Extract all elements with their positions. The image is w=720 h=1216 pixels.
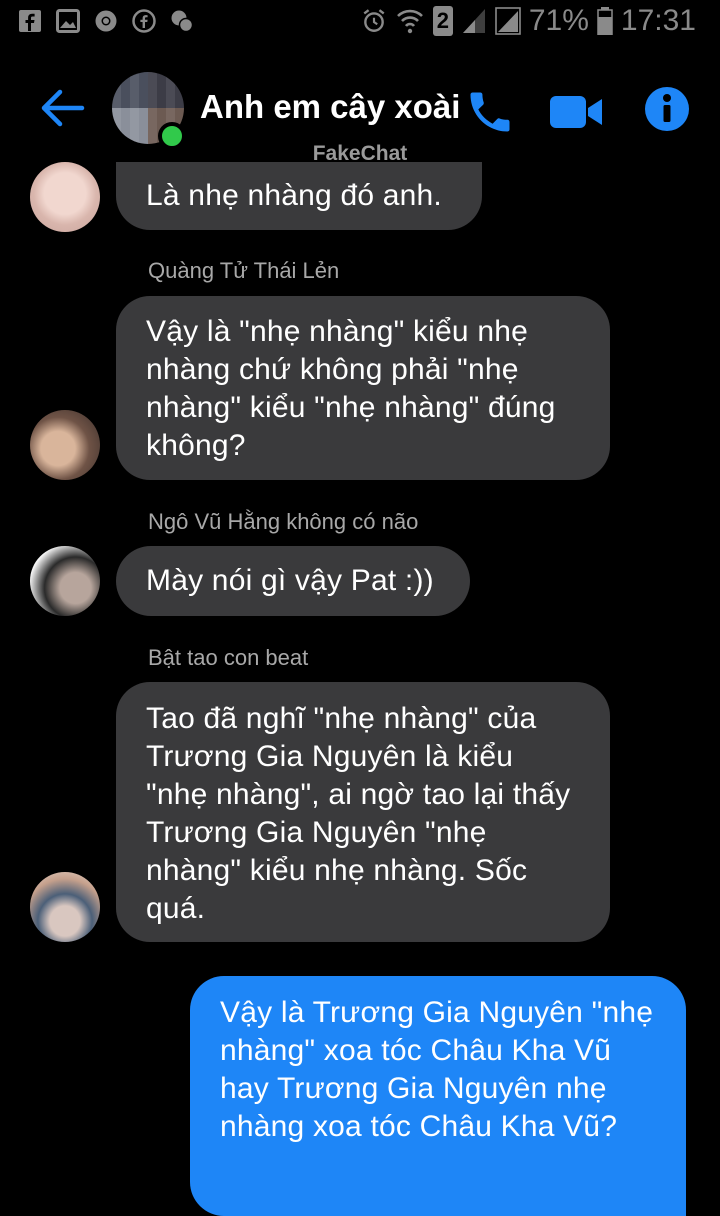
avatar[interactable] xyxy=(30,162,100,232)
message-bubble[interactable]: Là nhẹ nhàng đó anh. xyxy=(116,162,482,230)
sim-badge: 2 xyxy=(432,6,453,36)
outgoing-message-bubble[interactable]: Vậy là Trương Gia Nguyên "nhẹ nhàng" xoa… xyxy=(190,976,686,1216)
message-bubble[interactable]: Mày nói gì vậy Pat :)) xyxy=(116,546,470,616)
sender-name: Quàng Tử Thái Lẻn xyxy=(148,258,340,283)
back-arrow-icon[interactable] xyxy=(38,88,86,128)
clock: 17:31 xyxy=(620,4,696,37)
status-bar: 2 71% 17:31 xyxy=(0,0,720,46)
notification-icons xyxy=(18,9,194,33)
video-camera-icon[interactable] xyxy=(548,92,604,132)
facebook-circle-icon xyxy=(132,9,156,33)
signal-icon-2 xyxy=(495,7,521,35)
avatar[interactable] xyxy=(30,546,100,616)
wifi-icon xyxy=(396,9,423,34)
messenger-bubbles-icon xyxy=(171,10,194,33)
phone-icon[interactable] xyxy=(464,86,516,138)
chat-title[interactable]: Anh em cây xoài xyxy=(200,88,460,126)
sender-name: Bật tao con beat xyxy=(148,645,309,670)
gallery-icon xyxy=(56,9,80,33)
battery-percent: 71% xyxy=(528,4,589,37)
info-icon[interactable] xyxy=(644,86,690,132)
system-indicators: 2 71% 17:31 xyxy=(361,4,696,38)
signal-icon xyxy=(462,9,485,33)
facebook-icon xyxy=(19,10,41,32)
alarm-icon xyxy=(363,9,385,32)
message-bubble[interactable]: Vậy là "nhẹ nhàng" kiểu nhẹ nhàng chứ kh… xyxy=(116,296,610,480)
avatar[interactable] xyxy=(30,872,100,942)
message-bubble[interactable]: Tao đã nghĩ "nhẹ nhàng" của Trương Gia N… xyxy=(116,682,610,942)
battery-icon xyxy=(597,7,613,35)
chrome-icon xyxy=(95,10,117,32)
sender-name: Ngô Vũ Hằng không có não xyxy=(148,509,419,534)
avatar[interactable] xyxy=(30,410,100,480)
